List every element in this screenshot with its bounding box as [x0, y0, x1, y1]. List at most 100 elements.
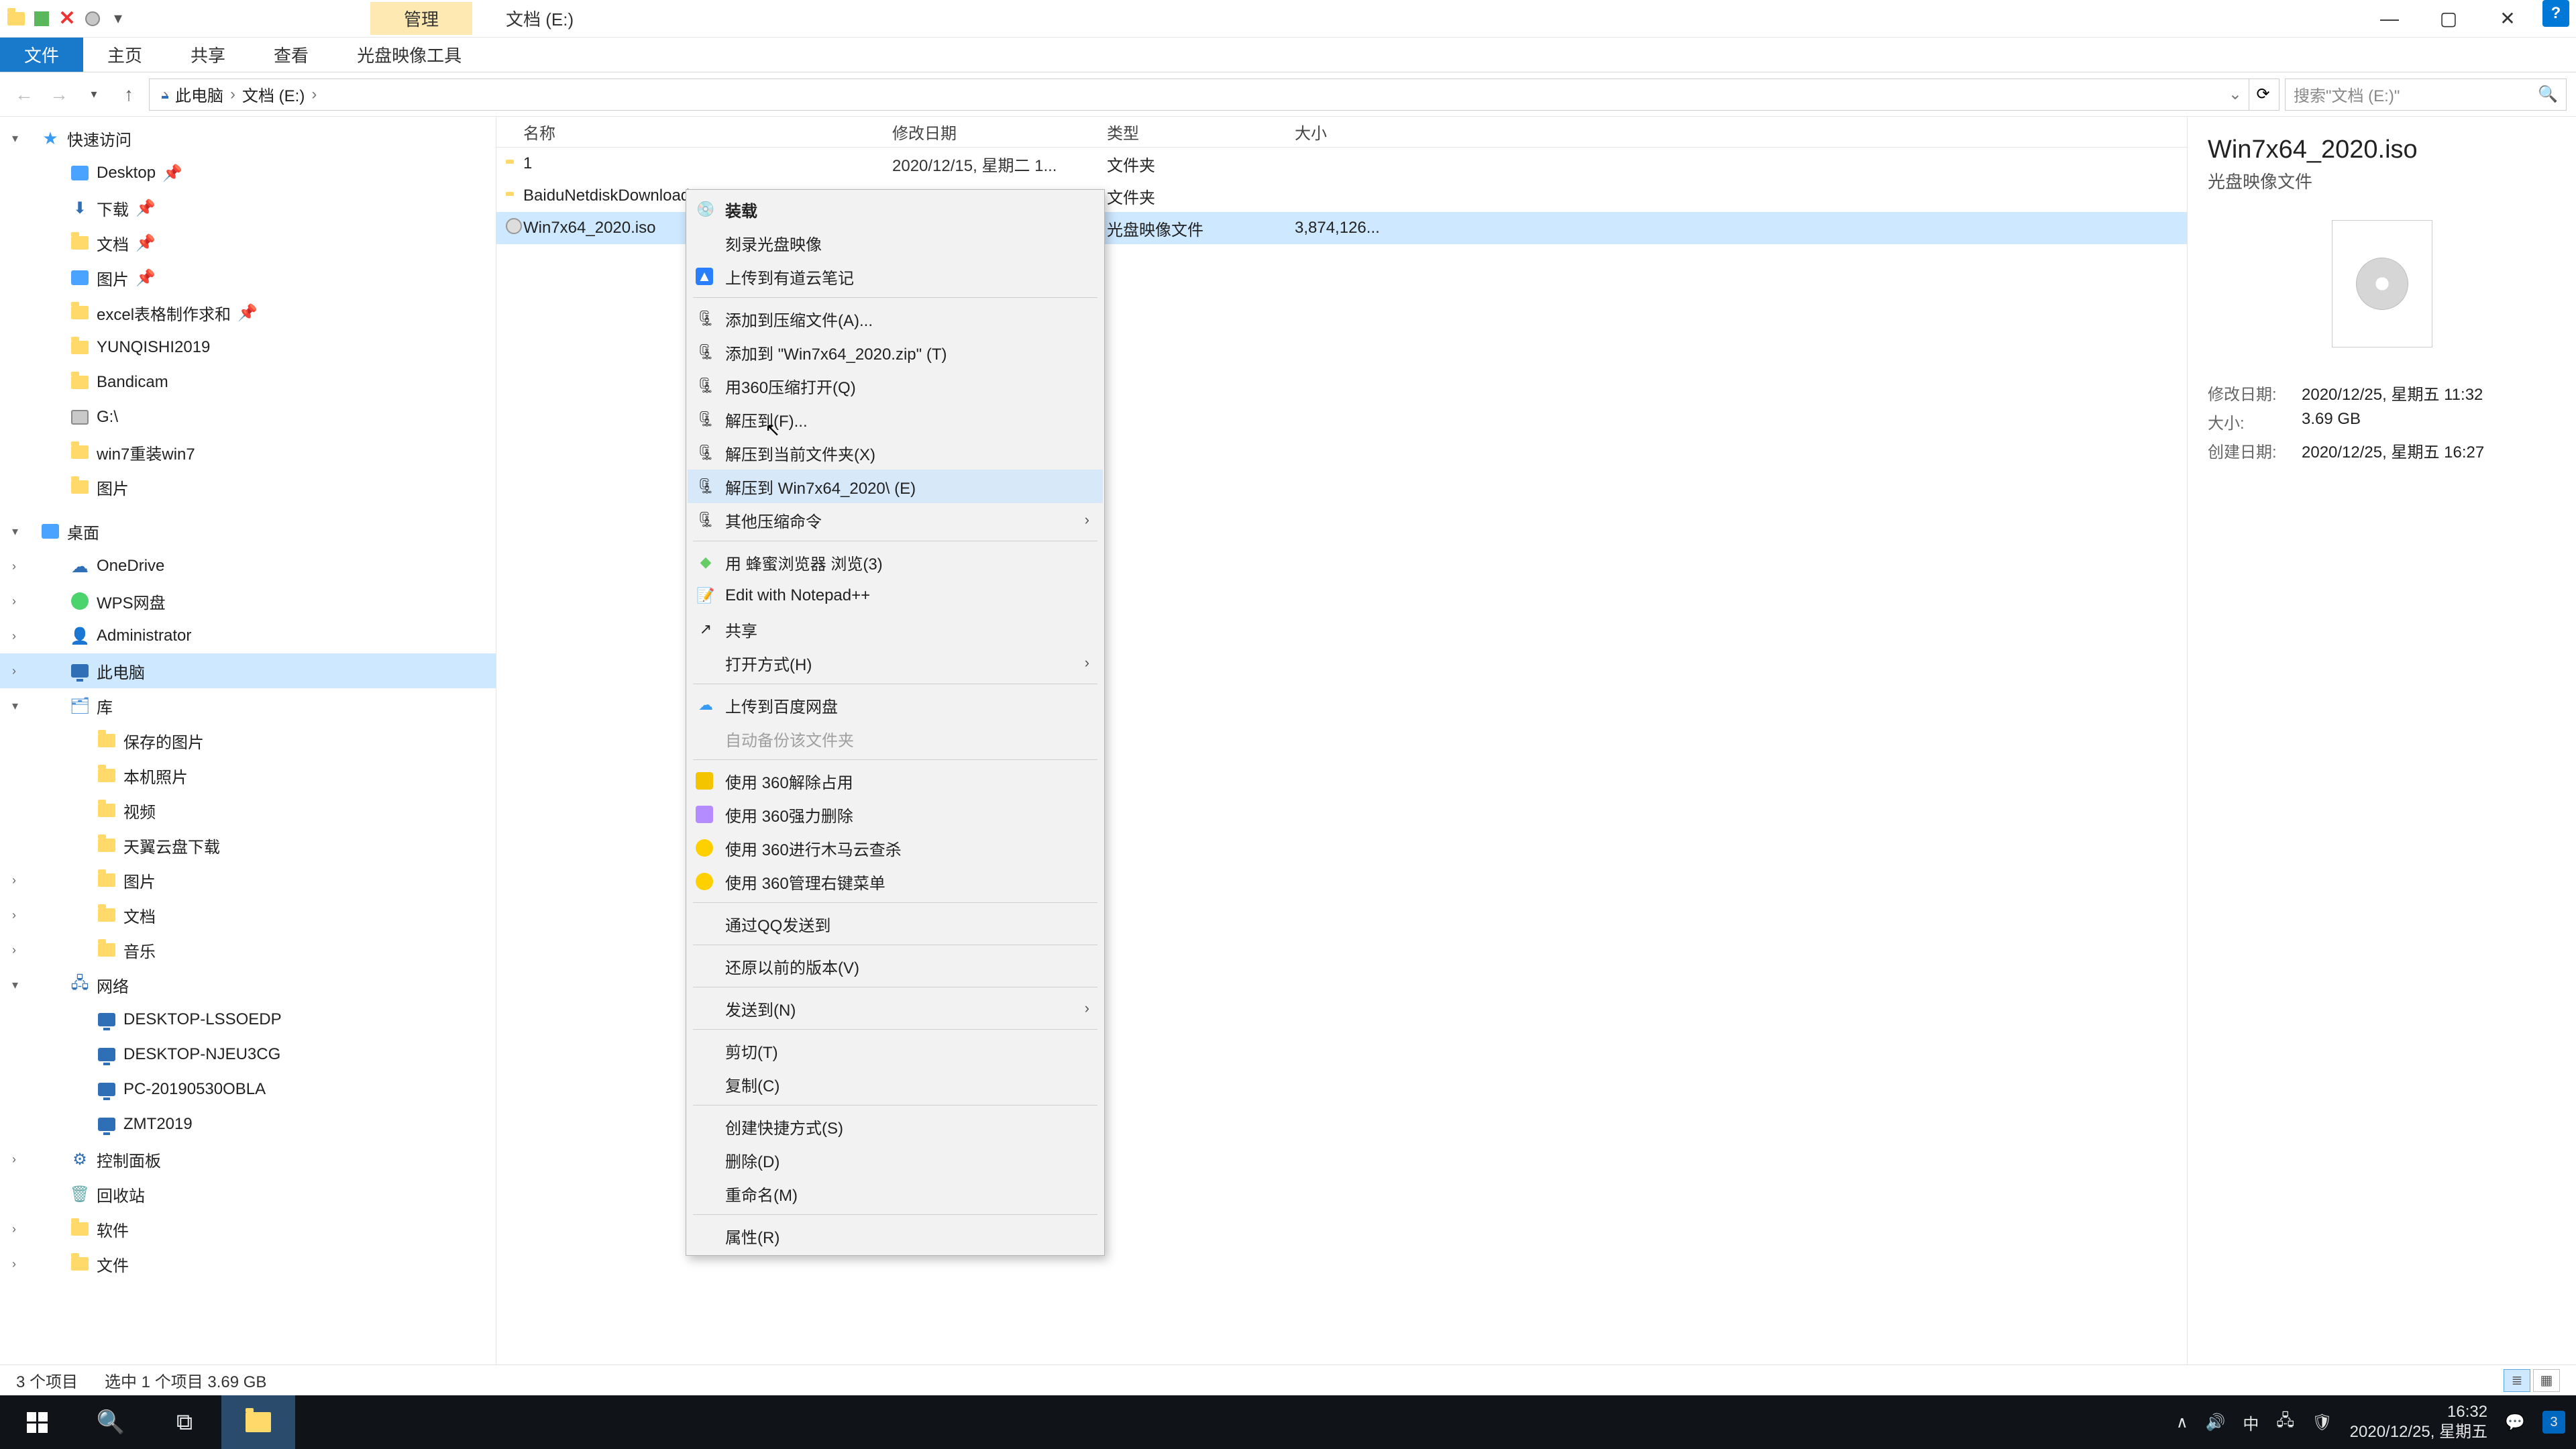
ctx-360-trojan[interactable]: 使用 360进行木马云查杀	[688, 831, 1103, 865]
clock[interactable]: 16:32 2020/12/25, 星期五	[2350, 1402, 2487, 1442]
nav-excel-folder[interactable]: excel表格制作求和📌	[0, 295, 496, 330]
ctx-edit-notepadpp[interactable]: 📝Edit with Notepad++	[688, 579, 1103, 612]
nav-libraries[interactable]: ▾🗂库	[0, 688, 496, 723]
nav-lib-documents[interactable]: ›文档	[0, 898, 496, 932]
ctx-send-qq[interactable]: 通过QQ发送到	[688, 907, 1103, 941]
view-icons-button[interactable]: ▦	[2533, 1369, 2560, 1392]
action-center-icon[interactable]: 💬	[2505, 1413, 2525, 1432]
nav-videos[interactable]: 视频	[0, 793, 496, 828]
nav-saved-pictures[interactable]: 保存的图片	[0, 723, 496, 758]
columns-header[interactable]: 名称 修改日期 类型 大小	[496, 117, 2187, 148]
ctx-burn[interactable]: 刻录光盘映像	[688, 226, 1103, 260]
ribbon-tab-share[interactable]: 共享	[166, 38, 250, 72]
column-header-name[interactable]: 名称	[496, 120, 892, 144]
nav-camera-roll[interactable]: 本机照片	[0, 758, 496, 793]
ctx-rename[interactable]: 重命名(M)	[688, 1177, 1103, 1210]
nav-downloads[interactable]: ⬇下载📌	[0, 191, 496, 225]
nav-lib-music[interactable]: ›音乐	[0, 932, 496, 967]
volume-icon[interactable]: 🔊	[2206, 1413, 2226, 1432]
close-button[interactable]: ✕	[2478, 0, 2537, 38]
qat-disc-icon[interactable]	[82, 8, 103, 30]
nav-recycle-bin[interactable]: 🗑回收站	[0, 1177, 496, 1212]
minimize-button[interactable]: —	[2360, 0, 2419, 38]
chevron-right-icon[interactable]: ›	[163, 85, 168, 104]
column-header-type[interactable]: 类型	[1107, 120, 1295, 144]
ctx-other-zip[interactable]: 🗜其他压缩命令›	[688, 503, 1103, 537]
breadcrumb-segment[interactable]: 文档 (E:)	[242, 83, 305, 106]
ctx-cut[interactable]: 剪切(T)	[688, 1034, 1103, 1067]
ribbon-tab-file[interactable]: 文件	[0, 38, 83, 72]
ctx-extract-here[interactable]: 🗜解压到当前文件夹(X)	[688, 436, 1103, 470]
ctx-create-shortcut[interactable]: 创建快捷方式(S)	[688, 1110, 1103, 1143]
ctx-copy[interactable]: 复制(C)	[688, 1067, 1103, 1101]
nav-win7reinstall[interactable]: win7重装win7	[0, 435, 496, 470]
nav-software[interactable]: ›软件	[0, 1212, 496, 1246]
task-view-button[interactable]: ⧉	[148, 1395, 221, 1449]
search-icon[interactable]: 🔍	[2538, 85, 2558, 104]
nav-onedrive[interactable]: ›☁OneDrive	[0, 549, 496, 584]
ctx-360-ctx-mgr[interactable]: 使用 360管理右键菜单	[688, 865, 1103, 898]
breadcrumb-segment[interactable]: 此电脑	[175, 83, 223, 106]
ctx-open-360zip[interactable]: 🗜用360压缩打开(Q)	[688, 369, 1103, 402]
nav-bandicam[interactable]: Bandicam	[0, 365, 496, 400]
nav-gdrive[interactable]: G:\	[0, 400, 496, 435]
navigation-pane[interactable]: ▾★快速访问 Desktop📌 ⬇下载📌 文档📌 图片📌 excel表格制作求和…	[0, 117, 496, 1364]
qat-dropdown-icon[interactable]: ▾	[107, 8, 129, 30]
explorer-taskbar-button[interactable]	[221, 1395, 295, 1449]
maximize-button[interactable]: ▢	[2419, 0, 2478, 38]
ctx-extract-named[interactable]: 🗜解压到 Win7x64_2020\ (E)	[688, 470, 1103, 503]
nav-wps[interactable]: ›WPS网盘	[0, 584, 496, 619]
chevron-right-icon[interactable]: ›	[230, 85, 235, 104]
ctx-open-with[interactable]: 打开方式(H)›	[688, 646, 1103, 680]
nav-lib-pictures[interactable]: ›图片	[0, 863, 496, 898]
ribbon-tab-view[interactable]: 查看	[250, 38, 333, 72]
nav-quick-access[interactable]: ▾★快速访问	[0, 121, 496, 156]
nav-yunqishi[interactable]: YUNQISHI2019	[0, 330, 496, 365]
refresh-button[interactable]: ⟳	[2247, 78, 2279, 111]
nav-control-panel[interactable]: ›⚙控制面板	[0, 1142, 496, 1177]
search-input[interactable]: 搜索"文档 (E:)" 🔍	[2285, 78, 2567, 111]
nav-network-pc[interactable]: ZMT2019	[0, 1107, 496, 1142]
nav-pictures2[interactable]: 图片	[0, 470, 496, 504]
chevron-right-icon[interactable]: ›	[311, 85, 317, 104]
qat-redx-icon[interactable]: ✕	[56, 8, 78, 30]
contextual-tab-manage[interactable]: 管理	[370, 2, 472, 35]
ctx-add-archive[interactable]: 🗜添加到压缩文件(A)...	[688, 302, 1103, 335]
ctx-properties[interactable]: 属性(R)	[688, 1219, 1103, 1252]
ribbon-tab-home[interactable]: 主页	[83, 38, 166, 72]
nav-recent-dropdown[interactable]: ▾	[79, 80, 109, 109]
ctx-restore-prev[interactable]: 还原以前的版本(V)	[688, 949, 1103, 983]
nav-network[interactable]: ▾🖧网络	[0, 967, 496, 1002]
nav-documents[interactable]: 文档📌	[0, 225, 496, 260]
nav-files[interactable]: ›文件	[0, 1246, 496, 1281]
nav-tianyi[interactable]: 天翼云盘下载	[0, 828, 496, 863]
nav-pictures[interactable]: 图片📌	[0, 260, 496, 295]
start-button[interactable]	[0, 1395, 74, 1449]
breadcrumb[interactable]: › 此电脑 › 文档 (E:) › ⌄	[149, 78, 2249, 111]
ctx-extract-to[interactable]: 🗜解压到(F)...	[688, 402, 1103, 436]
file-row[interactable]: 1 2020/12/15, 星期二 1... 文件夹	[496, 148, 2187, 180]
ctx-add-zip[interactable]: 🗜添加到 "Win7x64_2020.zip" (T)	[688, 335, 1103, 369]
notification-badge[interactable]: 3	[2542, 1411, 2565, 1434]
ctx-mount[interactable]: 💿装载	[688, 193, 1103, 226]
ctx-send-to[interactable]: 发送到(N)›	[688, 991, 1103, 1025]
nav-desktop[interactable]: Desktop📌	[0, 156, 496, 191]
search-button[interactable]: 🔍	[74, 1395, 148, 1449]
ctx-delete[interactable]: 删除(D)	[688, 1143, 1103, 1177]
ctx-360-force-del[interactable]: 使用 360强力删除	[688, 798, 1103, 831]
breadcrumb-dropdown-icon[interactable]: ⌄	[2229, 85, 2242, 104]
column-header-date[interactable]: 修改日期	[892, 120, 1107, 144]
nav-this-pc[interactable]: ›此电脑	[0, 653, 496, 688]
nav-forward-button[interactable]: →	[44, 80, 74, 109]
ctx-upload-youdao[interactable]: ▲上传到有道云笔记	[688, 260, 1103, 293]
ctx-upload-baidu[interactable]: ☁上传到百度网盘	[688, 688, 1103, 722]
ribbon-tab-disc-tools[interactable]: 光盘映像工具	[333, 38, 486, 72]
security-icon[interactable]: 🛡	[2312, 1413, 2332, 1432]
ime-indicator[interactable]: 中	[2243, 1411, 2259, 1434]
ctx-share[interactable]: ↗共享	[688, 612, 1103, 646]
file-list-area[interactable]: 名称 修改日期 类型 大小 1 2020/12/15, 星期二 1... 文件夹…	[496, 117, 2187, 1364]
nav-back-button[interactable]: ←	[9, 80, 39, 109]
tray-overflow-icon[interactable]: ∧	[2176, 1413, 2188, 1432]
nav-desktop-group[interactable]: ▾桌面	[0, 514, 496, 549]
nav-network-pc[interactable]: DESKTOP-NJEU3CG	[0, 1037, 496, 1072]
